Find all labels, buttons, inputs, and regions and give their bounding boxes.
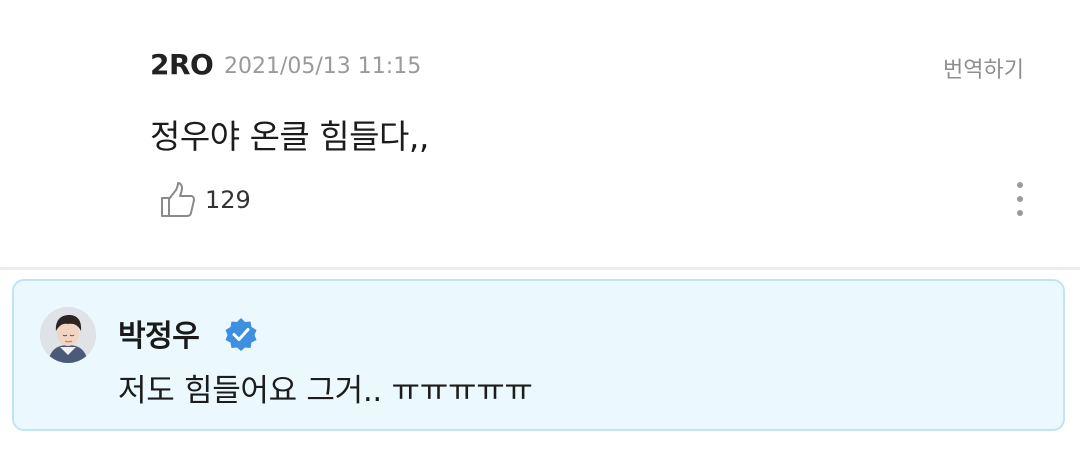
comment-text: 정우야 온클 힘들다,, [150, 117, 429, 156]
divider [0, 267, 1080, 270]
translate-button[interactable]: 번역하기 [943, 52, 1024, 84]
like-count: 129 [205, 186, 251, 214]
more-options-button[interactable] [1004, 180, 1036, 220]
comment-timestamp: 2021/05/13 11:15 [224, 54, 422, 79]
comment-author[interactable]: 2RO [150, 48, 214, 81]
comment-thread: 2RO 2021/05/13 11:15 번역하기 정우야 온클 힘들다,, 1… [0, 0, 1080, 456]
comment-item: 2RO 2021/05/13 11:15 번역하기 정우야 온클 힘들다,, 1… [0, 0, 1080, 268]
creator-reply: 박정우 저도 힘들어요 그거.. ㅠㅠㅠㅠㅠ [12, 279, 1065, 431]
verified-badge-icon [225, 318, 257, 351]
reply-author[interactable]: 박정우 [118, 311, 200, 355]
reply-text: 저도 힘들어요 그거.. ㅠㅠㅠㅠㅠ [118, 373, 533, 409]
thumbs-up-icon [161, 182, 195, 217]
more-vertical-icon [1017, 182, 1023, 216]
like-button[interactable] [158, 180, 198, 220]
avatar[interactable] [40, 307, 96, 363]
